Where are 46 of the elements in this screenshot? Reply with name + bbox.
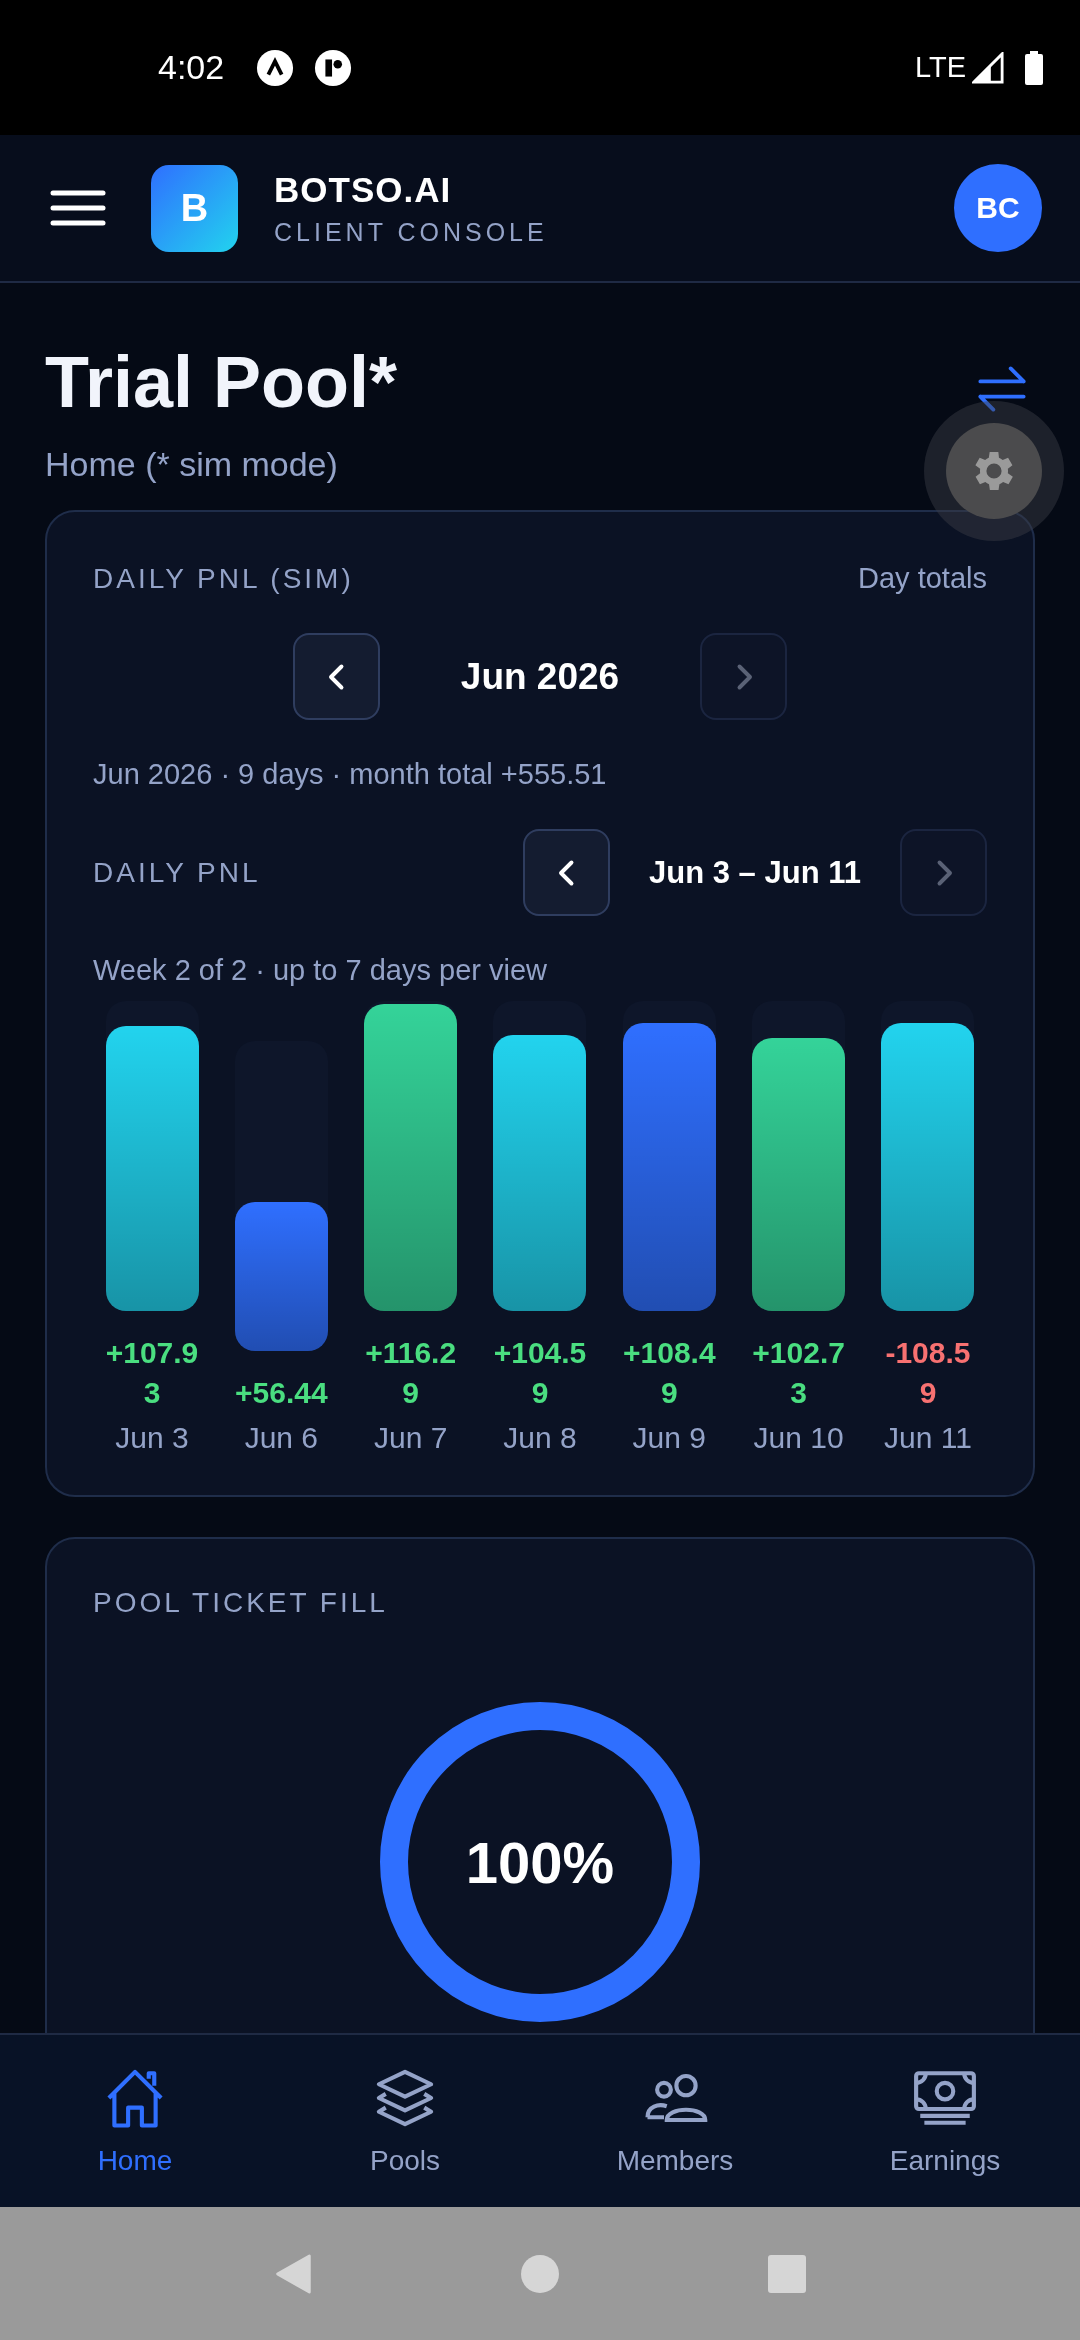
notification-icon bbox=[256, 48, 295, 87]
network-type: LTE bbox=[914, 51, 966, 84]
day-label: Jun 7 bbox=[373, 1421, 448, 1455]
pnl-value: +108.49 bbox=[622, 1335, 717, 1411]
notification-icon bbox=[314, 48, 353, 87]
section-title: DAILY PNL bbox=[93, 856, 261, 889]
signal-icon bbox=[972, 51, 1004, 84]
pnl-value: +56.44 bbox=[234, 1375, 329, 1411]
pnl-value: +102.73 bbox=[751, 1335, 846, 1411]
day-label: Jun 8 bbox=[503, 1421, 577, 1455]
user-avatar[interactable]: BC bbox=[954, 164, 1042, 252]
card-note: Day totals bbox=[858, 562, 987, 595]
fill-percentage: 100% bbox=[465, 1828, 615, 1896]
status-time: 4:02 bbox=[158, 48, 225, 87]
brand-subtitle: CLIENT CONSOLE bbox=[274, 217, 548, 247]
pnl-value: -108.59 bbox=[884, 1335, 972, 1411]
page-title: Trial Pool* bbox=[45, 341, 399, 423]
day-label: Jun 11 bbox=[884, 1421, 972, 1455]
month-summary: Jun 2026 · 9 days · month total +555.51 bbox=[93, 758, 608, 791]
card-title: POOL TICKET FILL bbox=[93, 1587, 389, 1619]
card-title: DAILY PNL (SIM) bbox=[93, 562, 354, 595]
week-range: Jun 3 – Jun 11 bbox=[648, 854, 862, 891]
page-subtitle: Home (* sim mode) bbox=[45, 445, 339, 484]
home-icon[interactable] bbox=[520, 2253, 560, 2294]
brand-name: BOTSO.AI bbox=[274, 169, 453, 210]
pools-tab[interactable]: Pools bbox=[270, 2035, 540, 2207]
menu-icon[interactable] bbox=[50, 188, 106, 228]
swap-arrows-icon[interactable] bbox=[976, 363, 1028, 415]
month-label: Jun 2026 bbox=[459, 655, 621, 698]
battery-icon bbox=[1024, 50, 1044, 85]
week-caption: Week 2 of 2 · up to 7 days per view bbox=[93, 954, 549, 987]
recents-icon[interactable] bbox=[766, 2253, 807, 2294]
home-tab[interactable]: Home bbox=[0, 2035, 270, 2207]
earnings-tab[interactable]: Earnings bbox=[810, 2035, 1080, 2207]
members-tab[interactable]: Members bbox=[540, 2035, 810, 2207]
logo-badge: B bbox=[151, 164, 238, 252]
previous-month-button[interactable] bbox=[293, 633, 380, 720]
day-label: Jun 6 bbox=[244, 1421, 318, 1455]
day-label: Jun 3 bbox=[115, 1421, 189, 1455]
day-label: Jun 10 bbox=[753, 1421, 844, 1455]
previous-week-button[interactable] bbox=[523, 829, 610, 916]
pnl-value: +104.59 bbox=[492, 1335, 588, 1411]
day-label: Jun 9 bbox=[632, 1421, 706, 1455]
back-icon[interactable] bbox=[273, 2253, 314, 2294]
pnl-value: +107.93 bbox=[104, 1335, 200, 1411]
pnl-value: +116.29 bbox=[364, 1335, 458, 1411]
